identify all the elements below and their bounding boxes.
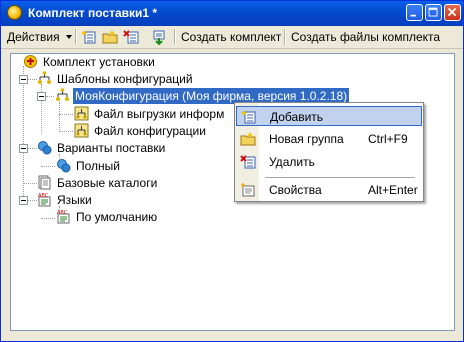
- menu-item-label: Удалить: [269, 155, 315, 169]
- menu-item-new-group[interactable]: Новая группа Ctrl+F9: [236, 129, 422, 149]
- tree-line: [59, 131, 73, 133]
- tree-node-label: По умолчанию: [76, 210, 158, 224]
- chevron-down-icon: [65, 35, 72, 39]
- maximize-icon: [428, 7, 438, 17]
- minimize-button[interactable]: [406, 4, 423, 21]
- toolbar: Действия Создать комплект Создать файлы …: [1, 26, 463, 49]
- add-item-icon: [241, 110, 256, 124]
- tree-node-label: Файл выгрузки информ: [94, 107, 225, 121]
- file-icon: [74, 106, 89, 121]
- toolbar-separator: [174, 29, 176, 45]
- tree-node-label: Комплект установки: [43, 55, 155, 69]
- kit-root-icon: [24, 55, 37, 68]
- menu-separator: [265, 177, 415, 178]
- tree-line: [46, 96, 54, 98]
- minimize-icon: [410, 14, 416, 17]
- tree-node-label: Полный: [76, 159, 120, 173]
- menu-item-label: Новая группа: [269, 132, 344, 146]
- menu-item-delete[interactable]: Удалить: [236, 152, 422, 172]
- tree-line: [59, 114, 73, 116]
- menu-item-label: Свойства: [269, 183, 322, 197]
- create-kit-button[interactable]: Создать комплект: [181, 27, 281, 47]
- close-button[interactable]: [444, 4, 461, 21]
- tree-line: [41, 218, 55, 220]
- move-icon[interactable]: [151, 29, 167, 45]
- menu-item-label: Добавить: [270, 110, 324, 124]
- menu-item-shortcut: Ctrl+F9: [368, 132, 408, 146]
- app-icon: [7, 5, 22, 20]
- tree-node-label: Базовые каталоги: [57, 176, 158, 190]
- tree-node-label: Шаблоны конфигураций: [57, 72, 193, 86]
- collapse-toggle[interactable]: [19, 75, 28, 84]
- tree-line: [59, 102, 61, 130]
- tree-line: [41, 166, 55, 168]
- tree-line: [28, 148, 37, 150]
- new-group-icon[interactable]: [102, 29, 118, 45]
- tree-line: [23, 66, 25, 202]
- delete-icon: [240, 155, 256, 169]
- new-group-icon: [240, 132, 256, 146]
- collapse-toggle[interactable]: [37, 92, 46, 101]
- tree-line: [28, 200, 37, 202]
- title-bar[interactable]: Комплект поставки1 *: [1, 1, 463, 26]
- toolbar-separator: [75, 29, 77, 45]
- close-icon: [447, 7, 457, 17]
- add-item-icon[interactable]: [81, 29, 97, 45]
- languages-icon: ABC: [38, 193, 51, 207]
- toolbar-separator: [284, 29, 286, 45]
- actions-label: Действия: [7, 30, 60, 44]
- properties-icon: [241, 183, 255, 197]
- file-icon: [74, 123, 89, 138]
- actions-menu-button[interactable]: Действия: [7, 27, 73, 47]
- maximize-button[interactable]: [425, 4, 442, 21]
- window-title: Комплект поставки1 *: [28, 6, 158, 20]
- menu-item-shortcut: Alt+Enter: [368, 183, 418, 197]
- variant-icon: [57, 159, 71, 173]
- svg-text:ABC: ABC: [57, 210, 68, 216]
- collapse-toggle[interactable]: [19, 196, 28, 205]
- menu-item-add[interactable]: Добавить: [236, 106, 422, 126]
- collapse-toggle[interactable]: [19, 144, 28, 153]
- catalogs-icon: [38, 175, 51, 190]
- config-icon: [56, 88, 69, 101]
- svg-text:ABC: ABC: [38, 193, 49, 199]
- templates-icon: [38, 71, 51, 84]
- language-icon: ABC: [57, 210, 70, 224]
- tree-node-label: Варианты поставки: [57, 141, 166, 155]
- context-menu: Добавить Новая группа Ctrl+F9 Удалить Св…: [234, 102, 424, 202]
- main-window: Комплект поставки1 * Действия Создать ко…: [0, 0, 464, 342]
- create-kit-files-button[interactable]: Создать файлы комплекта: [291, 27, 440, 47]
- tree-node-label: Языки: [57, 193, 92, 207]
- tree-line: [23, 183, 37, 185]
- tree-line: [28, 79, 37, 81]
- variants-icon: [38, 141, 52, 155]
- tree-node-label: Файл конфигурации: [94, 124, 206, 138]
- delete-icon[interactable]: [123, 29, 139, 45]
- menu-item-properties[interactable]: Свойства Alt+Enter: [236, 180, 422, 200]
